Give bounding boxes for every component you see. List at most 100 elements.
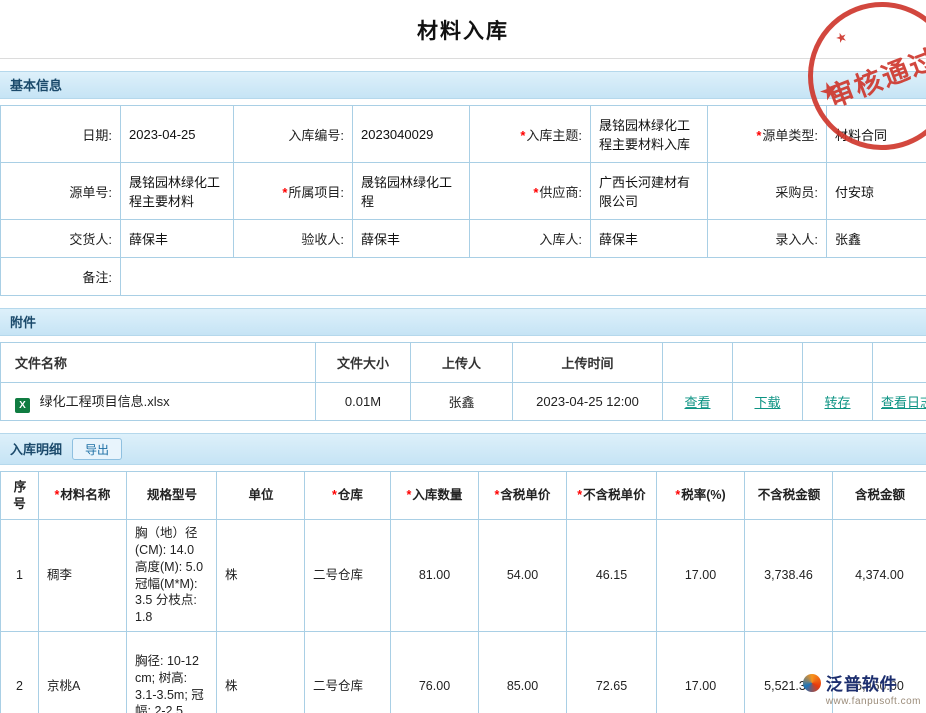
label-remark: 备注: (1, 258, 121, 296)
attachments-table: 文件名称 文件大小 上传人 上传时间 X 绿化工程项目信息.xlsx 0.01M… (0, 342, 926, 421)
cell-spec: 胸（地）径(CM): 14.0 高度(M): 5.0 冠幅(M*M): 3.5 … (127, 520, 217, 632)
label-date: 日期: (1, 106, 121, 163)
cell-warehouse: 二号仓库 (305, 520, 391, 632)
label-recorder: 录入人: (708, 220, 827, 258)
brand-url: www.fanpusoft.com (826, 696, 921, 707)
cell-warehouse: 二号仓库 (305, 632, 391, 713)
header-tax-rate: *税率(%) (657, 472, 745, 520)
label-source-no: 源单号: (1, 163, 121, 220)
excel-file-icon: X (15, 398, 30, 413)
details-section-title: 入库明细 (10, 436, 62, 463)
file-uploader: 张鑫 (411, 383, 513, 421)
required-mark: * (495, 488, 500, 502)
cell-tax-rate: 17.00 (657, 520, 745, 632)
header-action-blank (663, 343, 733, 383)
cell-price-with-tax: 85.00 (479, 632, 567, 713)
label-inspector: 验收人: (234, 220, 353, 258)
brand-logo-icon (803, 674, 821, 692)
required-mark: * (675, 488, 680, 502)
header-file-name: 文件名称 (1, 343, 316, 383)
basic-info-section-title: 基本信息 (10, 78, 62, 93)
cell-tax-rate: 17.00 (657, 632, 745, 713)
label-supplier: *供应商: (470, 163, 591, 220)
view-link[interactable]: 查看 (684, 395, 710, 410)
header-action-blank (733, 343, 803, 383)
label-source-type: *源单类型: (708, 106, 827, 163)
cell-price-without-tax: 46.15 (567, 520, 657, 632)
material-inbound-page: 材料入库 ★ ★ ★ 审核通过 基本信息 日期: 2023-04-25 入库编号… (0, 0, 926, 713)
label-warehouser: 入库人: (470, 220, 591, 258)
brand-logo: 泛普软件 www.fanpusoft.com (803, 670, 921, 707)
value-inspector: 薛保丰 (353, 220, 470, 258)
header-action-blank (803, 343, 873, 383)
cell-qty: 76.00 (391, 632, 479, 713)
page-title: 材料入库 (0, 15, 926, 45)
value-source-no: 晟铭园林绿化工程主要材料 (121, 163, 234, 220)
value-remark (121, 258, 926, 296)
value-inbound-subject: 晟铭园林绿化工程主要材料入库 (591, 106, 708, 163)
title-bar: 材料入库 (0, 0, 926, 59)
details-section-header: 入库明细 导出 (0, 433, 926, 465)
basic-info-section-header: 基本信息 (0, 71, 926, 99)
attachments-section-header: 附件 (0, 308, 926, 336)
attachments-section-title: 附件 (10, 315, 36, 330)
required-mark: * (407, 488, 412, 502)
header-seq: 序号 (1, 472, 39, 520)
table-row: 2 京桃A 胸径: 10-12 cm; 树高: 3.1-3.5m; 冠幅: 2-… (1, 632, 926, 713)
brand-name: 泛普软件 (826, 670, 898, 695)
header-uploader: 上传人 (411, 343, 513, 383)
cell-material-name: 稠李 (39, 520, 127, 632)
label-deliverer: 交货人: (1, 220, 121, 258)
file-size: 0.01M (316, 383, 411, 421)
file-upload-time: 2023-04-25 12:00 (513, 383, 663, 421)
cell-unit: 株 (217, 520, 305, 632)
value-recorder: 张鑫 (827, 220, 926, 258)
file-name: 绿化工程项目信息.xlsx (40, 394, 170, 409)
details-table: 序号 *材料名称 规格型号 单位 *仓库 *入库数量 *含税单价 *不含税单价 … (0, 471, 926, 713)
cell-spec: 胸径: 10-12 cm; 树高: 3.1-3.5m; 冠幅: 2-2.5 (127, 632, 217, 713)
required-mark: * (756, 128, 761, 143)
value-project: 晟铭园林绿化工程 (353, 163, 470, 220)
cell-amount-with-tax: 4,374.00 (833, 520, 926, 632)
required-mark: * (533, 185, 538, 200)
cell-qty: 81.00 (391, 520, 479, 632)
transfer-link[interactable]: 转存 (824, 395, 850, 410)
value-date: 2023-04-25 (121, 106, 234, 163)
basic-info-table: 日期: 2023-04-25 入库编号: 2023040029 *入库主题: 晟… (0, 105, 926, 296)
attachment-row: X 绿化工程项目信息.xlsx 0.01M 张鑫 2023-04-25 12:0… (1, 383, 926, 421)
required-mark: * (332, 488, 337, 502)
value-warehouser: 薛保丰 (591, 220, 708, 258)
label-inbound-no: 入库编号: (234, 106, 353, 163)
value-supplier: 广西长河建材有限公司 (591, 163, 708, 220)
header-unit: 单位 (217, 472, 305, 520)
value-purchaser: 付安琼 (827, 163, 926, 220)
required-mark: * (577, 488, 582, 502)
value-deliverer: 薛保丰 (121, 220, 234, 258)
download-link[interactable]: 下载 (754, 395, 780, 410)
header-amount-with-tax: 含税金额 (833, 472, 926, 520)
cell-seq: 2 (1, 632, 39, 713)
file-name-cell: X 绿化工程项目信息.xlsx (1, 383, 316, 421)
export-button[interactable]: 导出 (72, 438, 122, 460)
header-price-without-tax: *不含税单价 (567, 472, 657, 520)
header-upload-time: 上传时间 (513, 343, 663, 383)
header-warehouse: *仓库 (305, 472, 391, 520)
required-mark: * (520, 128, 525, 143)
header-spec: 规格型号 (127, 472, 217, 520)
value-source-type: 材料合同 (827, 106, 926, 163)
cell-amount-without-tax: 3,738.46 (745, 520, 833, 632)
value-inbound-no: 2023040029 (353, 106, 470, 163)
header-action-blank (873, 343, 926, 383)
required-mark: * (282, 185, 287, 200)
table-row: 1 稠李 胸（地）径(CM): 14.0 高度(M): 5.0 冠幅(M*M):… (1, 520, 926, 632)
cell-material-name: 京桃A (39, 632, 127, 713)
cell-seq: 1 (1, 520, 39, 632)
required-mark: * (55, 488, 60, 502)
header-price-with-tax: *含税单价 (479, 472, 567, 520)
header-material-name: *材料名称 (39, 472, 127, 520)
view-log-link[interactable]: 查看日志 (881, 395, 926, 410)
header-qty: *入库数量 (391, 472, 479, 520)
label-project: *所属项目: (234, 163, 353, 220)
cell-price-with-tax: 54.00 (479, 520, 567, 632)
header-amount-without-tax: 不含税金额 (745, 472, 833, 520)
